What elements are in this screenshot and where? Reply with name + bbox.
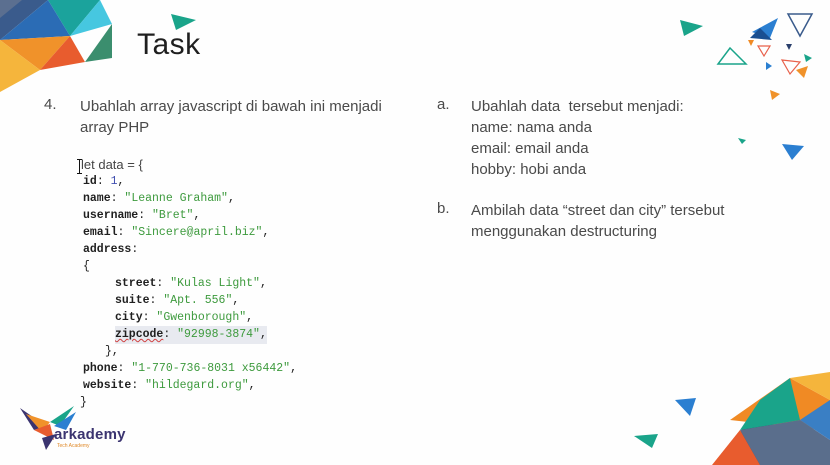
subtask-a-line-3: email: email anda xyxy=(471,140,589,157)
code-line-name: name: "Leanne Graham", xyxy=(83,192,235,205)
code-line-suite: suite: "Apt. 556", xyxy=(115,294,240,307)
code-line-zipcode: zipcode: "92998-3874", xyxy=(115,326,267,344)
code-line-open-brace: { xyxy=(83,260,90,273)
slide-title: Task xyxy=(137,28,201,61)
subtask-b-label: b. xyxy=(437,200,450,217)
subtask-b-line-2: menggunakan destructuring xyxy=(471,223,657,240)
subtask-a-line-4: hobby: hobi anda xyxy=(471,161,587,178)
code-line-id: id: 1, xyxy=(83,175,125,188)
code-line-header: let data = { xyxy=(81,157,143,172)
code-line-website: website: "hildegard.org", xyxy=(83,379,256,392)
subtask-a-line-2: name: nama anda xyxy=(471,119,592,136)
task-description: Ubahlah array javascript di bawah ini me… xyxy=(80,98,382,136)
code-line-city: city: "Gwenborough", xyxy=(115,311,254,324)
subtask-a-label: a. xyxy=(437,96,450,113)
subtask-b-line-1: Ambilah data “street dan city” tersebut xyxy=(471,202,725,219)
subtask-a-line-1: Ubahlah data tersebut menjadi: xyxy=(471,98,684,115)
code-line-email: email: "Sincere@april.biz", xyxy=(83,226,270,239)
code-line-address: address: xyxy=(83,243,139,256)
code-line-close-brace-comma: }, xyxy=(105,345,119,358)
code-line-phone: phone: "1-770-736-8031 x56442", xyxy=(83,362,297,375)
logo-tagline: Tech Academy xyxy=(57,443,90,449)
code-line-street: street: "Kulas Light", xyxy=(115,277,267,290)
task-number: 4. xyxy=(44,96,57,113)
logo-name: arkademy xyxy=(54,426,126,443)
code-line-username: username: "Bret", xyxy=(83,209,201,222)
slide: Task 4. Ubahlah array javascript di bawa… xyxy=(0,0,830,465)
